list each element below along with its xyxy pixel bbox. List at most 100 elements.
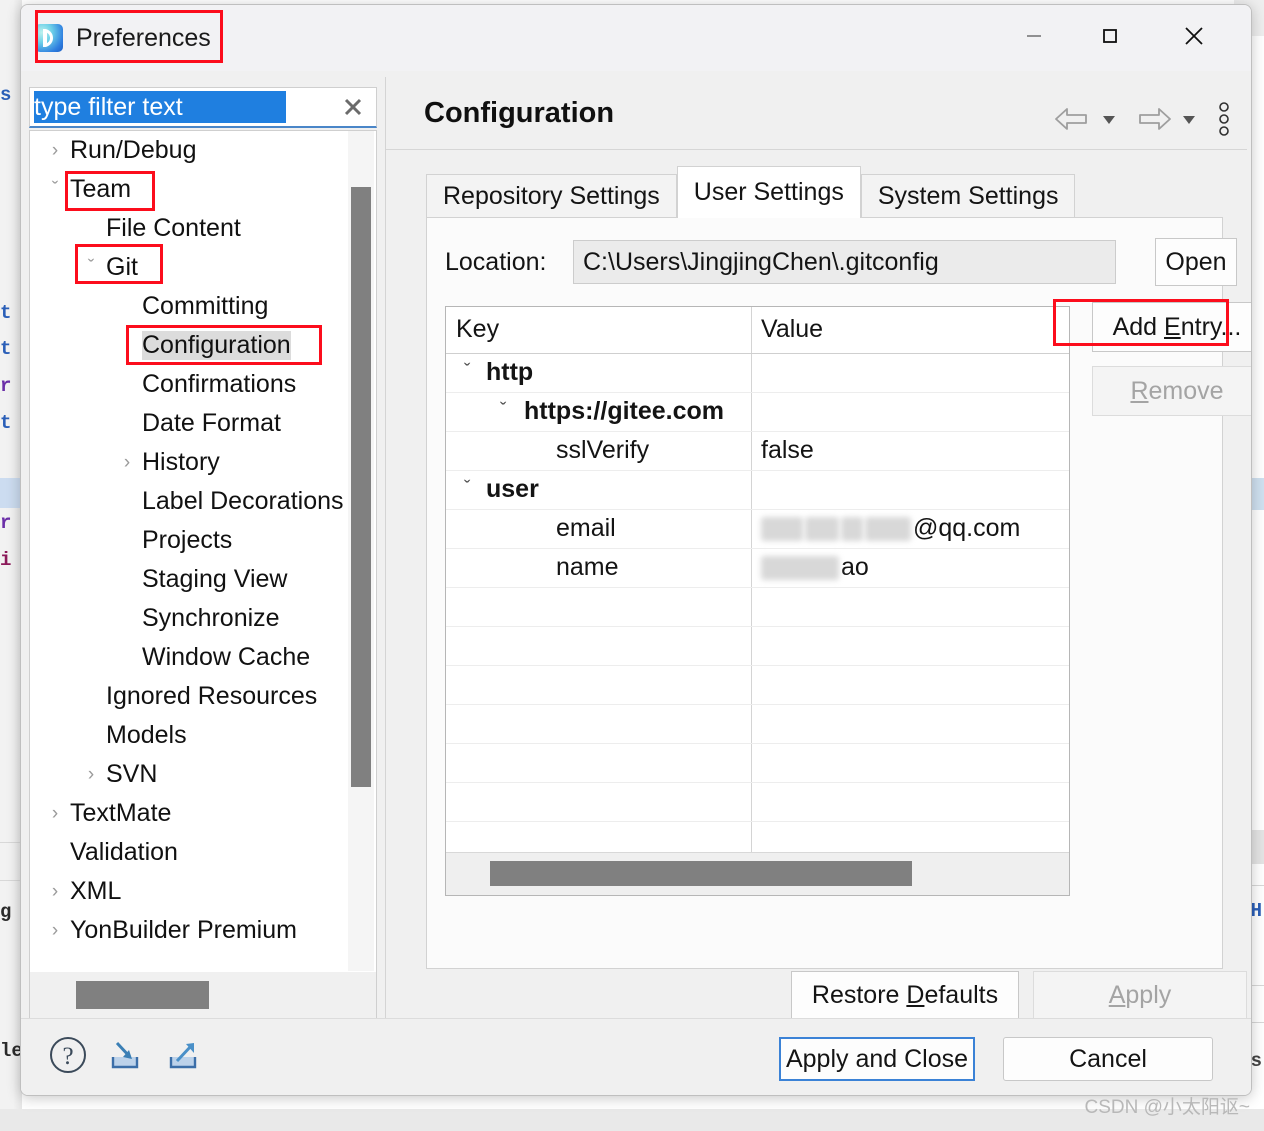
tree-item-git[interactable]: ˇ Git: [30, 248, 350, 287]
redacted-text-block: [761, 516, 803, 541]
table-row[interactable]: email @qq.com: [446, 510, 1069, 549]
tree-horizontal-scroll-thumb[interactable]: [76, 981, 209, 1009]
forward-chevron-down-icon[interactable]: [1179, 109, 1199, 129]
table-cell-key: email: [556, 514, 616, 542]
help-question-icon[interactable]: ?: [47, 1034, 89, 1081]
restore-defaults-label: Restore Defaults: [811, 980, 999, 1009]
table-row-empty[interactable]: [446, 627, 1069, 666]
tree-item-xml[interactable]: › XML: [30, 872, 350, 911]
bg-divider: [0, 880, 22, 881]
maximize-button[interactable]: [1079, 5, 1141, 67]
column-header-key: Key: [456, 315, 500, 343]
tree-item-label-decorations[interactable]: Label Decorations: [30, 482, 350, 521]
tree-vertical-scrollbar[interactable]: [348, 131, 374, 972]
chevron-right-icon[interactable]: ›: [44, 882, 66, 901]
window-title: Preferences: [76, 23, 211, 52]
tree-item-committing[interactable]: Committing: [30, 287, 350, 326]
table-row[interactable]: sslVerify false: [446, 432, 1069, 471]
bg-code-line: t: [0, 304, 12, 323]
chevron-right-icon[interactable]: ›: [44, 141, 66, 160]
table-row-empty[interactable]: [446, 588, 1069, 627]
chevron-down-icon[interactable]: ˇ: [464, 478, 470, 500]
table-row[interactable]: name ao: [446, 549, 1069, 588]
cancel-button[interactable]: Cancel: [1003, 1037, 1213, 1081]
tree-item-window-cache[interactable]: Window Cache: [30, 638, 350, 677]
preferences-tree-pane: ›Run/DebugˇTeamFile ContentˇGitCommittin…: [29, 77, 377, 1019]
chevron-right-icon[interactable]: ›: [44, 804, 66, 823]
dbeaver-d-logo-icon: [35, 24, 63, 52]
tree-item-validation[interactable]: Validation: [30, 833, 350, 872]
table-cell-value-text: @qq.com: [913, 514, 1021, 542]
restore-defaults-button[interactable]: Restore Defaults: [791, 971, 1019, 1019]
back-chevron-down-icon[interactable]: [1099, 109, 1119, 129]
tree-item-yonbuilder-premium[interactable]: › YonBuilder Premium: [30, 911, 350, 950]
tree-vertical-scroll-thumb[interactable]: [351, 187, 371, 787]
tree-horizontal-scrollbar[interactable]: [30, 971, 376, 1018]
table-row-empty[interactable]: [446, 783, 1069, 822]
chevron-down-icon[interactable]: ˇ: [500, 400, 506, 422]
tree-item-synchronize[interactable]: Synchronize: [30, 599, 350, 638]
location-field[interactable]: C:\Users\JingjingChen\.gitconfig: [573, 240, 1116, 284]
table-row[interactable]: ˇ http: [446, 354, 1069, 393]
apply-and-close-button[interactable]: Apply and Close: [779, 1037, 975, 1081]
import-preferences-icon[interactable]: [103, 1033, 147, 1082]
tab-repository-settings[interactable]: Repository Settings: [426, 174, 677, 218]
tree-item-label: XML: [70, 877, 122, 905]
table-cell-key: sslVerify: [556, 436, 650, 464]
chevron-right-icon[interactable]: ›: [116, 453, 138, 472]
tree-item-label: Git: [106, 253, 138, 281]
tree-item-models[interactable]: Models: [30, 716, 350, 755]
tree-item-file-content[interactable]: File Content: [30, 209, 350, 248]
tree-item-label: Configuration: [142, 331, 291, 360]
table-row-empty[interactable]: [446, 666, 1069, 705]
arrow-right-icon[interactable]: [1133, 104, 1173, 134]
tree-item-ignored-resources[interactable]: Ignored Resources: [30, 677, 350, 716]
table-cell-value: @qq.com: [761, 514, 1020, 543]
table-horizontal-scroll-thumb[interactable]: [490, 861, 912, 886]
table-cell-key: https://gitee.com: [524, 397, 725, 425]
clear-x-icon[interactable]: [340, 94, 366, 120]
preferences-tree[interactable]: › Run/Debug ˇ Team File Content ˇ Git Committin…: [29, 130, 377, 1019]
location-label: Location:: [445, 248, 547, 276]
close-button[interactable]: [1163, 5, 1225, 67]
config-key-value-table[interactable]: Key Value ˇ http ˇ https://gitee.com sslVeri…: [445, 306, 1070, 896]
tree-item-date-format[interactable]: Date Format: [30, 404, 350, 443]
table-horizontal-scrollbar[interactable]: [446, 852, 1069, 895]
tree-item-svn[interactable]: › SVN: [30, 755, 350, 794]
arrow-left-icon[interactable]: [1053, 104, 1093, 134]
open-button[interactable]: Open: [1155, 238, 1237, 286]
chevron-right-icon[interactable]: ›: [80, 765, 102, 784]
maximize-icon: [1099, 25, 1121, 47]
minimize-button[interactable]: [1003, 5, 1065, 67]
dialog-footer: ? Apply and Close Cancel: [21, 1018, 1251, 1095]
table-row[interactable]: ˇ https://gitee.com: [446, 393, 1069, 432]
add-entry-button[interactable]: Add Entry...: [1092, 302, 1251, 352]
tab-user-settings[interactable]: User Settings: [676, 166, 861, 218]
tree-item-team[interactable]: ˇ Team: [30, 170, 350, 209]
tree-item-staging-view[interactable]: Staging View: [30, 560, 350, 599]
tree-item-confirmations[interactable]: Confirmations: [30, 365, 350, 404]
tree-item-label: Synchronize: [142, 604, 280, 632]
search-input[interactable]: [34, 91, 286, 123]
table-row-empty[interactable]: [446, 744, 1069, 783]
vertical-dots-menu-icon[interactable]: [1217, 99, 1231, 139]
tree-item-label: Models: [106, 721, 187, 749]
tab-system-settings[interactable]: System Settings: [860, 174, 1076, 218]
tree-item-history[interactable]: › History: [30, 443, 350, 482]
title-group: Preferences: [35, 17, 211, 59]
table-row-empty[interactable]: [446, 705, 1069, 744]
export-preferences-icon[interactable]: [161, 1033, 205, 1082]
bg-code-line: r: [0, 514, 12, 533]
chevron-right-icon[interactable]: ›: [44, 921, 66, 940]
tree-item-configuration[interactable]: Configuration: [30, 326, 350, 365]
csdn-watermark: CSDN @小太阳讴~: [1084, 1097, 1251, 1118]
table-row[interactable]: ˇ user: [446, 471, 1069, 510]
chevron-down-icon[interactable]: ˇ: [464, 361, 470, 383]
tree-item-projects[interactable]: Projects: [30, 521, 350, 560]
minimize-icon: [1023, 25, 1045, 47]
tree-item-textmate[interactable]: › TextMate: [30, 794, 350, 833]
tree-item-run-debug[interactable]: › Run/Debug: [30, 131, 350, 170]
chevron-down-icon[interactable]: ˇ: [80, 258, 102, 277]
chevron-down-icon[interactable]: ˇ: [44, 180, 66, 199]
bg-code-line: s: [1250, 1050, 1262, 1072]
